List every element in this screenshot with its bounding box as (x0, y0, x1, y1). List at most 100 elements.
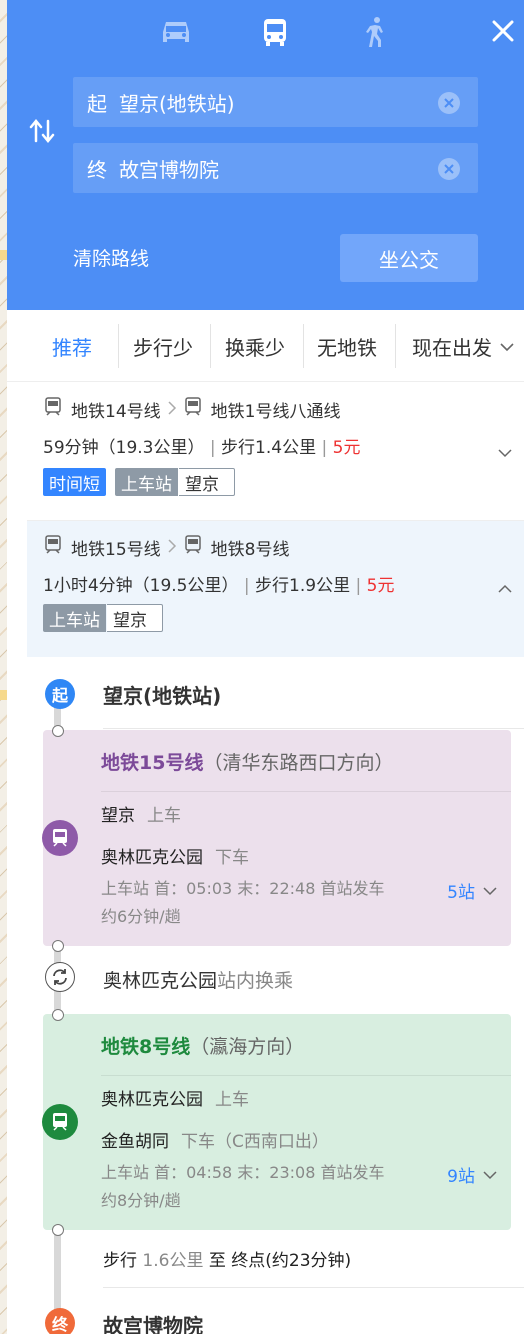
subway-icon (43, 535, 63, 560)
plan-time: 1小时4分钟 (43, 576, 133, 596)
board-station: 奥林匹克公园 (101, 1090, 203, 1110)
line-name: 地铁8号线 (210, 540, 290, 560)
schedule-frequency: 约6分钟/趟 (101, 907, 181, 926)
transfer-note: 站内换乘 (217, 970, 294, 992)
segment-line: 地铁15号线 (101, 752, 204, 774)
close-icon[interactable] (486, 14, 520, 48)
board-station: 望京 (101, 806, 135, 826)
plan-walk: 步行1.4公里 (221, 438, 317, 458)
plan-summary: 59分钟（19.3公里） | 步行1.4公里 | 5元 (43, 438, 361, 458)
walk-distance: 1.6公里 (142, 1251, 204, 1271)
tab-no-subway[interactable]: 无地铁 (317, 332, 377, 361)
alight-station: 奥林匹克公园 (101, 848, 203, 868)
walk-label: 步行 (103, 1251, 137, 1271)
bus-mode-icon[interactable] (257, 14, 293, 50)
subway-icon (42, 1104, 78, 1140)
timeline-connector (54, 1230, 61, 1320)
subway-icon (183, 397, 203, 422)
alight-action: 下车 (215, 848, 249, 868)
tab-divider (118, 324, 119, 368)
take-bus-button[interactable]: 坐公交 (340, 234, 478, 282)
tab-less-transfer[interactable]: 换乘少 (225, 332, 285, 361)
board-stop: 望京 上车 (101, 801, 181, 826)
chevron-right-icon (167, 400, 177, 420)
plan-summary: 1小时4分钟（19.5公里） | 步行1.9公里 | 5元 (43, 576, 395, 596)
tab-less-walk[interactable]: 步行少 (133, 332, 193, 361)
end-field[interactable]: 终 故宫博物院 (73, 143, 478, 193)
start-pin: 起 (45, 679, 75, 709)
clear-end-icon[interactable] (438, 158, 460, 180)
route-header: 起 望京(地铁站) 终 故宫博物院 清除路线 坐公交 (7, 0, 524, 310)
stops-toggle[interactable]: 9站 (447, 1162, 497, 1187)
board-stop: 奥林匹克公园 上车 (101, 1085, 249, 1110)
walk-to: 至 (208, 1251, 226, 1271)
segment-card[interactable]: 地铁15号线（清华东路西口方向） 望京 上车 奥林匹克公园 下车 上车站 首：05:… (43, 730, 511, 946)
segment-title: 地铁8号线（瀛海方向） (101, 1032, 304, 1059)
transfer-station: 奥林匹克公园 (103, 970, 218, 992)
stops-count: 9站 (447, 1167, 475, 1187)
stops-toggle[interactable]: 5站 (447, 878, 497, 903)
subway-icon (42, 820, 78, 856)
segment-line: 地铁8号线 (101, 1036, 191, 1058)
start-value: 望京(地铁站) (119, 91, 235, 116)
segment-schedule: 上车站 首：05:03 末：22:48 首站发车 约6分钟/趟 (101, 875, 384, 931)
chevron-down-icon[interactable] (498, 445, 512, 459)
walk-info: 步行 1.6公里 至 终点(约23分钟) (103, 1246, 351, 1271)
car-mode-icon[interactable] (158, 14, 194, 50)
plan-price: 5元 (366, 576, 395, 596)
alight-stop: 金鱼胡同 下车（C西南口出） (101, 1127, 329, 1152)
chevron-right-icon (167, 538, 177, 558)
depart-time-label: 现在出发 (412, 336, 492, 360)
divider (101, 1075, 511, 1076)
start-place: 望京(地铁站) (103, 684, 222, 708)
timeline-node (52, 940, 64, 952)
plan-distance: （19.3公里） (98, 438, 205, 458)
timeline-node (52, 1009, 64, 1021)
tab-recommend[interactable]: 推荐 (52, 332, 92, 361)
alight-station: 金鱼胡同 (101, 1132, 169, 1152)
line-name: 地铁14号线 (71, 402, 161, 422)
plan-time: 59分钟 (43, 438, 99, 458)
walk-mode-icon[interactable] (358, 14, 394, 50)
chevron-up-icon[interactable] (498, 581, 512, 595)
board-action: 上车 (147, 806, 181, 826)
schedule-times: 上车站 首：04:58 末：23:08 首站发车 (101, 1163, 385, 1182)
alight-stop: 奥林匹克公园 下车 (101, 843, 249, 868)
subway-icon (183, 535, 203, 560)
transfer-icon (45, 962, 75, 992)
route-panel: 起 望京(地铁站) 终 故宫博物院 清除路线 坐公交 推荐 步行少 换乘少 无地… (7, 0, 524, 1334)
swap-icon[interactable] (27, 116, 57, 146)
segment-card[interactable]: 地铁8号线（瀛海方向） 奥林匹克公园 上车 金鱼胡同 下车（C西南口出） 上车站 首… (43, 1014, 511, 1230)
plan-card[interactable]: 地铁14号线 地铁1号线八通线 59分钟（19.3公里） | 步行1.4公里 |… (27, 383, 524, 521)
plan-lines: 地铁14号线 地铁1号线八通线 (43, 397, 340, 422)
tab-divider (395, 324, 396, 368)
end-value: 故宫博物院 (119, 157, 219, 182)
boarding-badge: 上车站 (43, 604, 106, 632)
alight-action: 下车（C西南口出） (181, 1132, 329, 1152)
boarding-station: 望京 (107, 604, 163, 632)
timeline-node (52, 1224, 64, 1236)
schedule-frequency: 约8分钟/趟 (101, 1191, 181, 1210)
transfer-info: 奥林匹克公园站内换乘 (103, 966, 293, 993)
line-name: 地铁1号线八通线 (210, 402, 341, 422)
boarding-station: 望京 (179, 468, 235, 496)
plan-walk: 步行1.9公里 (255, 576, 351, 596)
clear-route-link[interactable]: 清除路线 (73, 244, 149, 271)
depart-time-select[interactable]: 现在出发 (412, 332, 514, 361)
tab-divider (210, 324, 211, 368)
end-place: 故宫博物院 (103, 1314, 203, 1334)
plan-card-selected[interactable]: 地铁15号线 地铁8号线 1小时4分钟（19.5公里） | 步行1.9公里 | … (27, 521, 524, 657)
chevron-down-icon (483, 1170, 497, 1179)
segment-direction: （瀛海方向） (190, 1036, 305, 1058)
boarding-badge: 上车站 (115, 468, 178, 496)
chevron-down-icon (500, 342, 514, 351)
stops-count: 5站 (447, 883, 475, 903)
start-tag: 起 (87, 91, 107, 116)
divider (103, 728, 524, 729)
divider (103, 1287, 524, 1288)
end-tag: 终 (87, 157, 107, 182)
segment-title: 地铁15号线（清华东路西口方向） (101, 748, 393, 775)
board-action: 上车 (215, 1090, 249, 1110)
clear-start-icon[interactable] (438, 92, 460, 114)
start-field[interactable]: 起 望京(地铁站) (73, 77, 478, 127)
